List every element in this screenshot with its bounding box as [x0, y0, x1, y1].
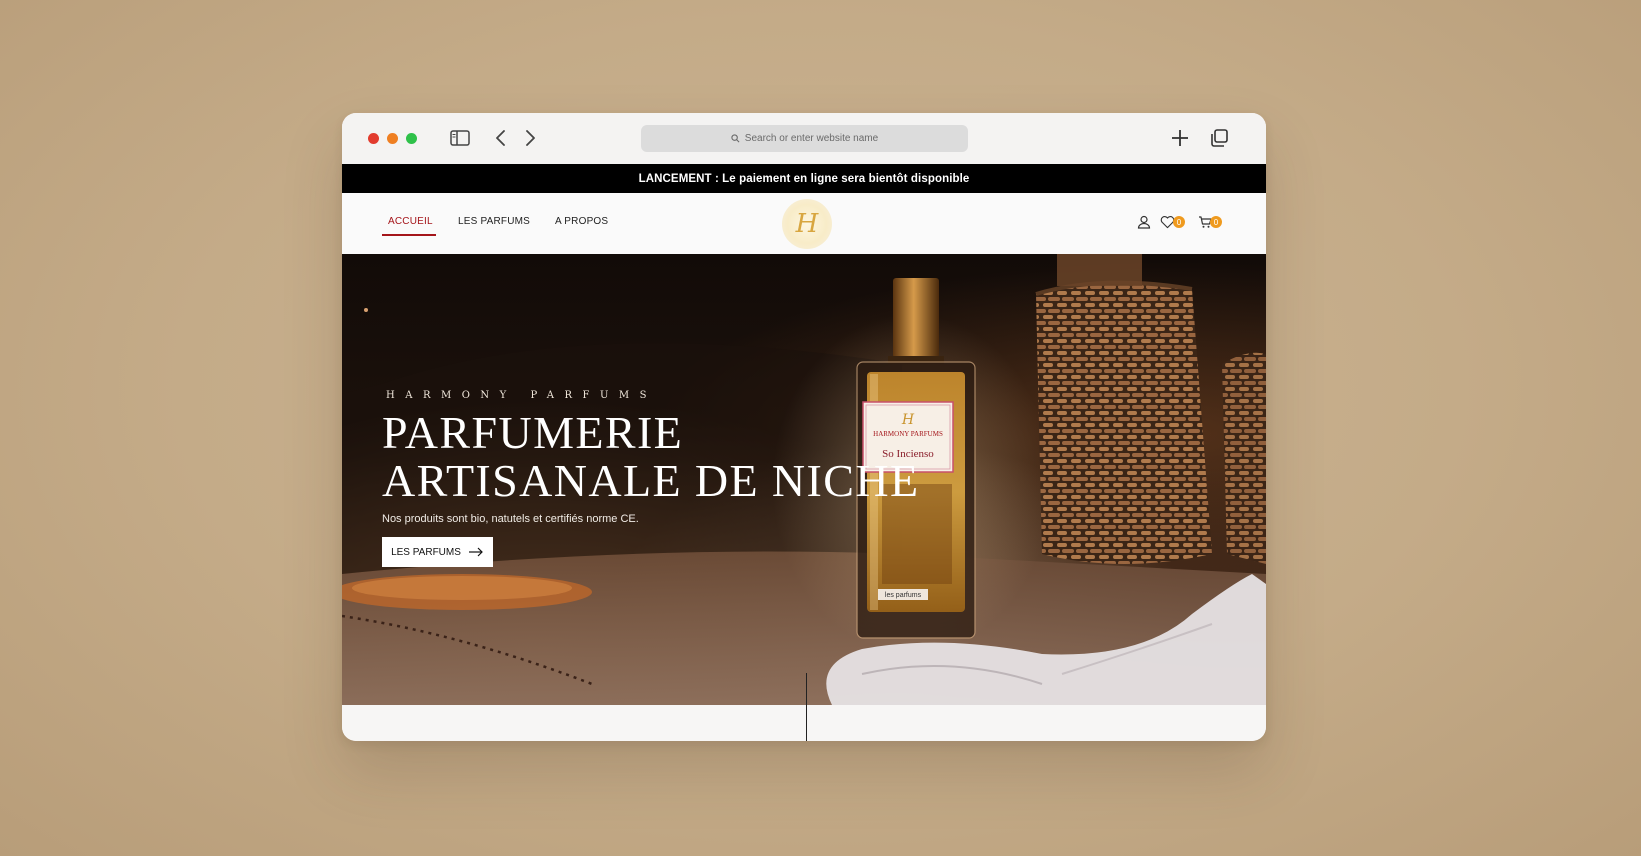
bottle-tag: les parfums [885, 592, 922, 599]
sidebar-icon[interactable] [449, 125, 471, 151]
tabs-overview-icon[interactable] [1208, 125, 1230, 151]
les-parfums-button-label: LES PARFUMS [391, 546, 461, 558]
browser-window: Search or enter website name LANCEMENT :… [342, 113, 1266, 741]
close-window-button[interactable] [368, 133, 379, 144]
site-logo[interactable]: H [782, 199, 832, 249]
hero-title: Parfumerie artisanale de niche [382, 409, 919, 505]
minimize-window-button[interactable] [387, 133, 398, 144]
forward-icon[interactable] [522, 125, 538, 151]
nav-link-les-parfums[interactable]: LES PARFUMS [458, 216, 530, 227]
arrow-right-icon [468, 547, 483, 557]
active-nav-indicator [382, 234, 436, 236]
address-bar-placeholder: Search or enter website name [744, 133, 879, 144]
hero-banner: H HARMONY PARFUMS So Incienso les parfum… [342, 254, 1266, 705]
hero-subtitle: Nos produits sont bio, natutels et certi… [382, 513, 639, 525]
cart-button[interactable]: 0 [1198, 215, 1222, 229]
hero-brand-name: HARMONY PARFUMS [386, 390, 657, 401]
site-header: ACCUEIL LES PARFUMS A PROPOS H 0 0 [342, 193, 1266, 254]
announcement-bar: LANCEMENT : Le paiement en ligne sera bi… [342, 164, 1266, 193]
search-icon [731, 134, 740, 143]
browser-toolbar: Search or enter website name [342, 113, 1266, 164]
les-parfums-button[interactable]: LES PARFUMS [382, 537, 493, 567]
nav-link-accueil[interactable]: ACCUEIL [388, 216, 433, 227]
scroll-indicator [806, 673, 807, 741]
maximize-window-button[interactable] [406, 133, 417, 144]
address-bar[interactable]: Search or enter website name [641, 125, 968, 152]
logo-monogram: H [795, 209, 819, 239]
wishlist-count-badge: 0 [1173, 216, 1185, 228]
hero-title-line-1: Parfumerie [382, 407, 684, 458]
nav-link-a-propos[interactable]: A PROPOS [555, 216, 608, 227]
announcement-text: LANCEMENT : Le paiement en ligne sera bi… [638, 172, 970, 185]
cart-count-badge: 0 [1210, 216, 1222, 228]
wishlist-button[interactable]: 0 [1160, 215, 1185, 229]
page-content-strip [342, 705, 1266, 741]
new-tab-icon[interactable] [1169, 125, 1191, 151]
hero-title-line-2: artisanale de niche [382, 455, 920, 506]
back-icon[interactable] [493, 125, 509, 151]
account-icon[interactable] [1137, 215, 1151, 229]
